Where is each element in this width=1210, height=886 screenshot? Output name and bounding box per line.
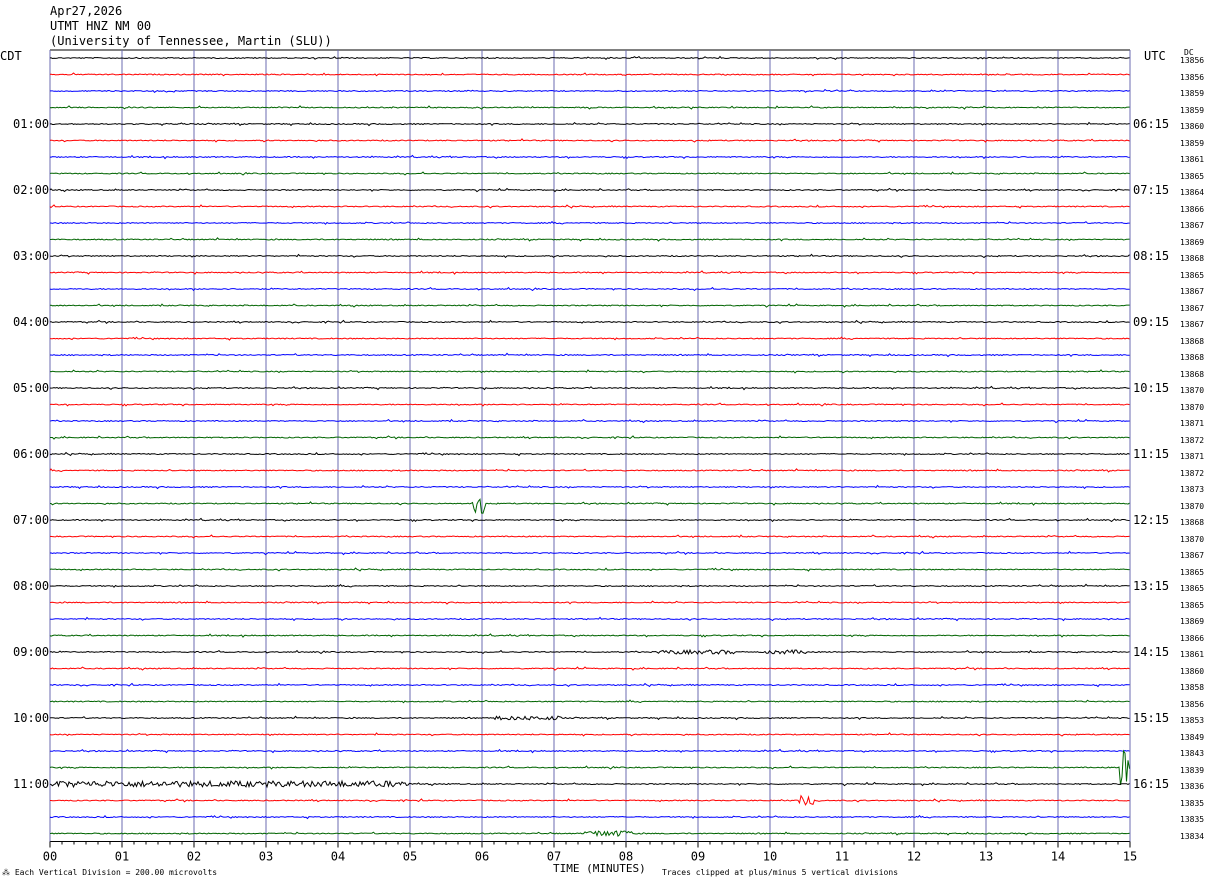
seismic-trace xyxy=(49,699,1130,704)
seismic-trace xyxy=(50,498,1130,514)
x-tick-label: 09 xyxy=(691,850,705,864)
x-tick-label: 10 xyxy=(763,850,777,864)
seismic-trace xyxy=(49,616,1130,622)
seismic-trace xyxy=(49,600,1130,605)
seismic-trace xyxy=(49,369,1130,374)
seismic-trace xyxy=(49,749,1130,785)
x-tick-label: 05 xyxy=(403,850,417,864)
x-tick-label: 03 xyxy=(259,850,273,864)
seismic-trace xyxy=(49,121,1130,127)
seismic-trace xyxy=(49,187,1130,193)
seismic-trace xyxy=(49,550,1130,556)
seismic-trace xyxy=(49,138,1130,143)
x-tick-label: 11 xyxy=(835,850,849,864)
seismic-trace xyxy=(49,286,1130,292)
seismic-trace xyxy=(49,55,1130,61)
seismic-trace xyxy=(50,794,1130,806)
seismic-trace xyxy=(49,385,1130,391)
corner-mark: ⁂ xyxy=(2,868,10,877)
seismic-trace xyxy=(49,648,1130,656)
seismic-trace xyxy=(49,567,1130,572)
x-axis-title: TIME (MINUTES) xyxy=(553,862,646,875)
seismic-trace xyxy=(49,336,1130,341)
scale-note: ⁂ Each Vertical Division = 200.00 microv… xyxy=(2,868,217,877)
seismic-trace xyxy=(49,253,1130,259)
seismic-trace xyxy=(49,666,1130,671)
seismic-trace xyxy=(49,105,1130,110)
seismic-trace xyxy=(49,468,1130,473)
seismic-trace xyxy=(49,748,1130,754)
seismic-trace xyxy=(49,88,1130,93)
x-tick-label: 01 xyxy=(115,850,129,864)
seismic-trace xyxy=(49,171,1130,176)
seismic-trace xyxy=(50,352,1130,358)
seismic-trace xyxy=(49,154,1130,160)
seismic-trace xyxy=(49,418,1130,424)
seismic-trace xyxy=(49,319,1130,325)
seismic-trace xyxy=(50,220,1130,225)
x-tick-label: 04 xyxy=(331,850,345,864)
seismic-trace xyxy=(49,732,1130,737)
x-tick-label: 12 xyxy=(907,850,921,864)
vertical-division-note: Each Vertical Division = 200.00 microvol… xyxy=(14,868,218,877)
x-tick-label: 15 xyxy=(1123,850,1137,864)
seismic-trace xyxy=(49,517,1130,523)
seismic-trace xyxy=(49,830,1130,838)
seismic-trace xyxy=(49,814,1130,820)
seismic-trace xyxy=(49,633,1130,638)
x-tick-label: 00 xyxy=(43,850,57,864)
x-tick-label: 06 xyxy=(475,850,489,864)
seismic-trace xyxy=(49,583,1130,588)
seismic-trace xyxy=(49,484,1130,490)
x-tick-label: 13 xyxy=(979,850,993,864)
seismic-trace xyxy=(50,435,1130,440)
x-tick-label: 02 xyxy=(187,850,201,864)
seismic-trace xyxy=(49,72,1130,77)
seismic-trace xyxy=(49,402,1130,407)
seismic-trace xyxy=(49,303,1130,308)
x-tick-label: 14 xyxy=(1051,850,1065,864)
seismic-trace xyxy=(49,204,1130,209)
seismic-trace xyxy=(49,779,1130,789)
seismic-trace xyxy=(49,534,1130,539)
seismic-trace xyxy=(50,237,1130,242)
helicorder-plot: 00 01 02 03 04 05 06 07 08 09 10 11 12 13 14 15 xyxy=(43,49,1137,864)
seismic-trace xyxy=(49,682,1130,688)
seismic-trace xyxy=(49,715,1130,721)
seismic-trace xyxy=(49,270,1130,275)
seismic-trace xyxy=(49,451,1130,457)
clip-note: Traces clipped at plus/minus 5 vertical … xyxy=(662,868,899,877)
